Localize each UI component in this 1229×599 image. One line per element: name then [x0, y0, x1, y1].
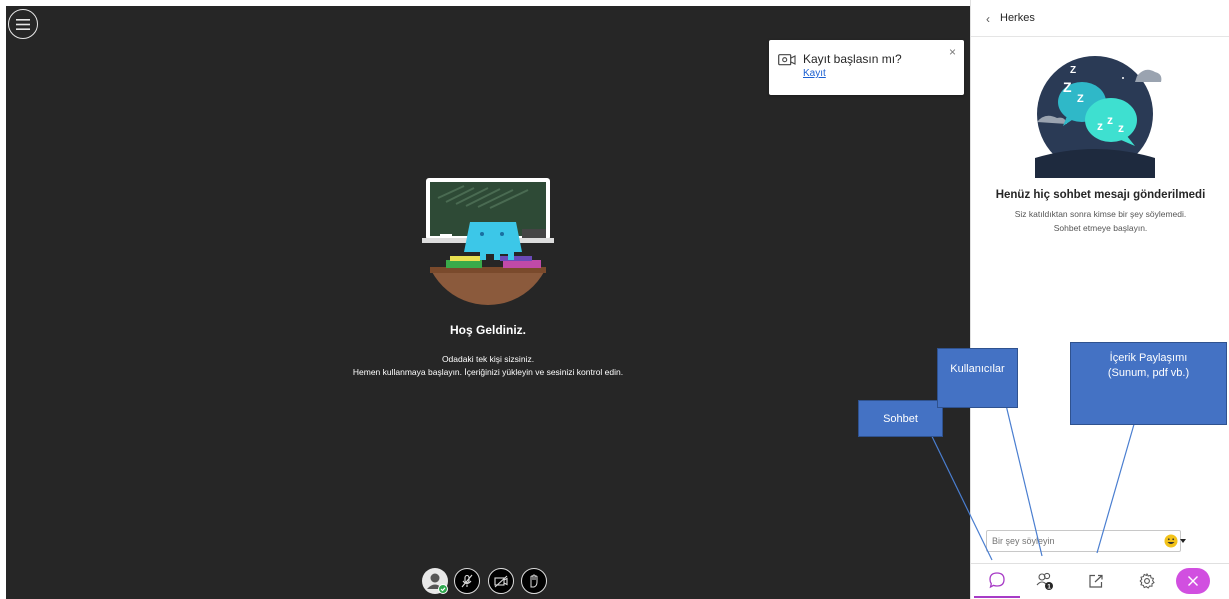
svg-text:Z: Z [1070, 65, 1076, 76]
svg-text:z: z [1107, 113, 1113, 127]
recording-prompt: Kayıt başlasın mı? Kayıt × [769, 40, 964, 95]
mic-off-icon [461, 574, 473, 588]
panel-header: ‹ Herkes [971, 0, 1229, 37]
svg-text:Z: Z [1063, 79, 1072, 95]
svg-text:z: z [1097, 119, 1103, 133]
chat-panel: ‹ Herkes Z Z Z z z z Henüz hiç sohbet me… [970, 0, 1229, 599]
annotation-users: Kullanıcılar [937, 348, 1018, 408]
microphone-toggle[interactable] [454, 568, 480, 594]
start-recording-link[interactable]: Kayıt [803, 68, 826, 79]
empty-chat-title: Henüz hiç sohbet mesajı gönderilmedi [995, 189, 1206, 201]
annotation-content-sharing-line1: İçerik Paylaşımı [1109, 352, 1188, 364]
record-icon [778, 54, 796, 66]
menu-button[interactable] [8, 9, 38, 39]
svg-text:Z: Z [1077, 93, 1084, 105]
users-count-badge: 1 [1047, 584, 1051, 591]
users-icon: 1 [1036, 572, 1053, 591]
tab-settings[interactable] [1124, 564, 1170, 598]
emoji-picker-button[interactable] [1163, 532, 1193, 550]
emoji-icon [1164, 534, 1186, 548]
app-root: Kayıt başlasın mı? Kayıt × Hoş Geldiniz.… [0, 0, 1229, 599]
svg-text:z: z [1118, 121, 1124, 135]
welcome-title: Hoş Geldiniz. [449, 323, 526, 337]
annotation-chat: Sohbet [858, 400, 943, 437]
close-icon[interactable]: × [949, 45, 956, 59]
avatar-button[interactable] [422, 568, 448, 594]
chat-icon [989, 572, 1005, 589]
panel-title: Herkes [1000, 12, 1035, 24]
annotation-content-sharing: İçerik Paylaşımı (Sunum, pdf vb.) [1070, 342, 1227, 425]
main-stage: Kayıt başlasın mı? Kayıt × Hoş Geldiniz.… [6, 6, 970, 599]
empty-chat-subtitle: Sohbet etmeye başlayın. [1053, 223, 1148, 233]
recording-prompt-title: Kayıt başlasın mı? [803, 52, 902, 66]
tab-users[interactable]: 1 [1022, 564, 1068, 598]
raise-hand-button[interactable] [521, 568, 547, 594]
avatar-icon [427, 573, 448, 594]
welcome-illustration [422, 177, 554, 305]
empty-chat-illustration: Z Z Z z z z [1035, 56, 1162, 178]
share-content-icon [1089, 574, 1103, 588]
hamburger-icon [16, 18, 30, 30]
raise-hand-icon [530, 574, 538, 588]
camera-off-icon [494, 575, 508, 588]
panel-tab-bar: 1 [971, 563, 1229, 599]
tab-chat[interactable] [974, 564, 1020, 598]
welcome-message: Hemen kullanmaya başlayın. İçeriğinizi y… [352, 367, 624, 377]
annotation-content-sharing-line2: (Sunum, pdf vb.) [1107, 367, 1190, 379]
chat-message-input[interactable] [986, 530, 1181, 552]
settings-icon [1139, 573, 1155, 589]
tab-share-content[interactable] [1073, 564, 1119, 598]
close-panel-button[interactable] [1176, 568, 1210, 594]
camera-toggle[interactable] [488, 568, 514, 594]
close-icon [1188, 576, 1198, 586]
empty-chat-subtitle: Siz katıldıktan sonra kimse bir şey söyl… [1014, 209, 1187, 219]
welcome-message: Odadaki tek kişi sizsiniz. [441, 354, 535, 364]
back-chevron-icon[interactable]: ‹ [986, 12, 990, 26]
